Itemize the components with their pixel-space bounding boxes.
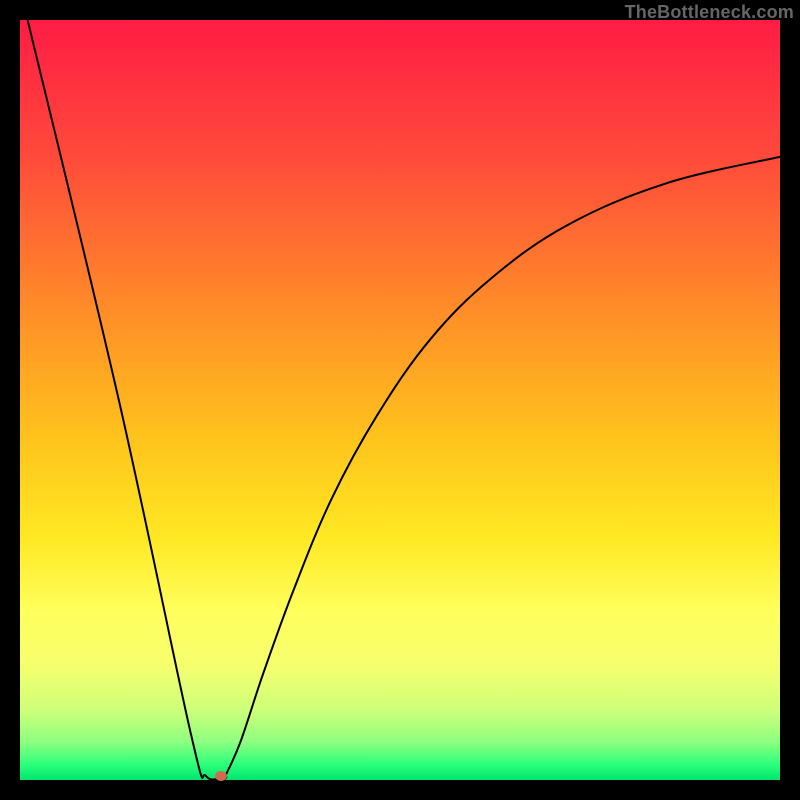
chart-frame: TheBottleneck.com xyxy=(0,0,800,800)
curve-svg xyxy=(20,20,780,780)
watermark-text: TheBottleneck.com xyxy=(625,2,794,23)
optimal-point-marker xyxy=(215,771,227,781)
bottleneck-curve xyxy=(28,20,780,780)
plot-area xyxy=(20,20,780,780)
